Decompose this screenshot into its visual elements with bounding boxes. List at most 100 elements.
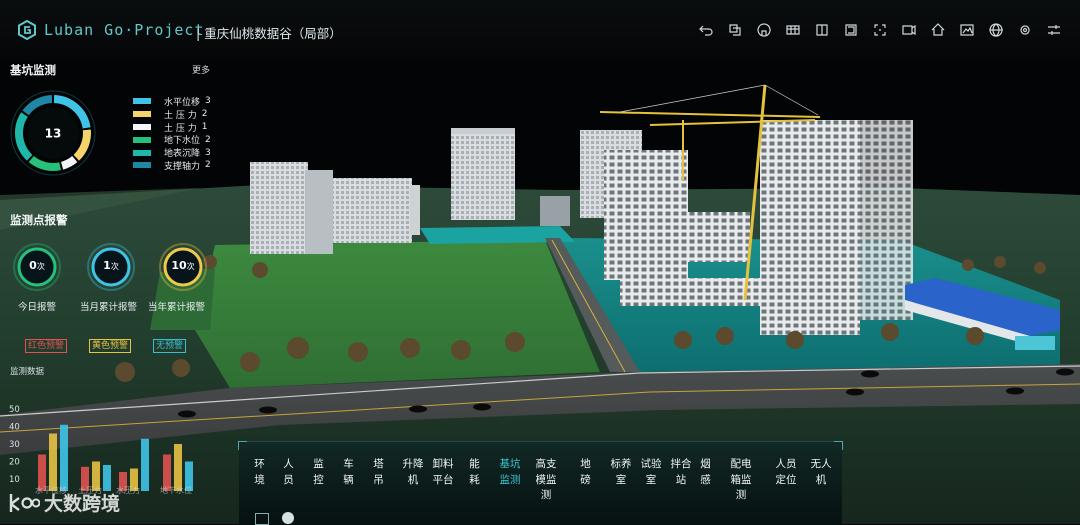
alarm-label: 当月累计报警: [80, 302, 138, 313]
alarm-count: 1次: [103, 259, 119, 272]
category-6[interactable]: 卸料平台: [431, 457, 455, 488]
globe-icon[interactable]: [986, 20, 1006, 40]
legend-swatch: [133, 149, 151, 156]
video-icon[interactable]: [899, 20, 919, 40]
category-15[interactable]: 配电箱监测: [729, 457, 753, 504]
grid-icon[interactable]: [783, 20, 803, 40]
legend-swatch: [133, 136, 151, 143]
alarm-label: 今日报警: [18, 302, 57, 313]
focus-icon[interactable]: [870, 20, 890, 40]
category-11[interactable]: 标养室: [609, 457, 633, 488]
more-link[interactable]: 更多: [192, 63, 210, 76]
alarm-count: 10次: [171, 259, 195, 272]
category-12[interactable]: 试验室: [639, 457, 663, 488]
chart-bar: [103, 465, 111, 491]
title-divider: |: [196, 26, 201, 41]
category-7[interactable]: 能耗: [468, 457, 481, 488]
top-bar: Luban Go·Project | 重庆仙桃数据谷（局部）: [0, 0, 1080, 60]
pit-donut-chart: 13: [10, 90, 96, 176]
donut-segment: [60, 155, 78, 170]
category-16[interactable]: 人员定位: [774, 457, 798, 488]
settings-icon[interactable]: [1015, 20, 1035, 40]
chart-bar: [60, 424, 68, 491]
x-category-label: 地下水位: [160, 485, 192, 495]
home-outline-icon[interactable]: [754, 20, 774, 40]
warning-filter-tag[interactable]: 红色预警: [25, 339, 68, 353]
luban-logo-icon: [18, 20, 36, 40]
panel-corner: [238, 441, 247, 450]
watermark: 大数跨境: [8, 489, 120, 516]
chart-bar: [49, 433, 57, 491]
layers-icon[interactable]: [725, 20, 745, 40]
calendar-icon[interactable]: [255, 513, 269, 525]
watermark-text: 大数跨境: [44, 493, 121, 515]
toolbar: [696, 20, 1064, 40]
legend-count: 3: [205, 147, 211, 158]
project-title: | 重庆仙桃数据谷（局部）: [196, 23, 342, 42]
brand-name: Luban Go·Project: [44, 21, 205, 39]
category-13[interactable]: 拌合站: [669, 457, 693, 488]
warning-filter-tag[interactable]: 无预警: [153, 339, 187, 353]
legend-count: 3: [205, 96, 211, 107]
category-14[interactable]: 烟感: [699, 457, 712, 488]
category-17[interactable]: 无人机: [809, 457, 833, 488]
y-tick-label: 50: [9, 405, 20, 415]
legend-item: 支撑轴力 2: [133, 159, 211, 172]
frame-icon[interactable]: [841, 20, 861, 40]
warning-filter-tag[interactable]: 黄色预警: [89, 339, 132, 353]
legend-count: 2: [201, 109, 208, 120]
chart-bar: [141, 438, 149, 491]
category-10[interactable]: 地磅: [579, 457, 592, 488]
legend-item: 水平位移 3: [133, 95, 211, 108]
y-tick-label: 10: [9, 475, 20, 485]
alarm-gauge: 0次: [12, 242, 62, 292]
y-tick-label: 20: [9, 458, 20, 468]
category-nav-panel: 环境 人员 监控 车辆 塔吊 升降机 卸料平台 能耗 基坑监测 高支模监测 地磅 标养室 试验室 拌合站烟…: [238, 441, 843, 525]
sliders-icon[interactable]: [1044, 20, 1064, 40]
project-name: 重庆仙桃数据谷（局部）: [204, 26, 342, 41]
legend-item: 土 压 力 2: [133, 108, 211, 121]
panel-corner: [834, 441, 843, 450]
donut-segment: [28, 155, 61, 171]
home-icon[interactable]: [928, 20, 948, 40]
alarm-gauge: 10次: [158, 242, 208, 292]
legend-label: 支撑轴力: [164, 161, 201, 172]
refresh-icon[interactable]: [282, 512, 294, 524]
undo-icon[interactable]: [696, 20, 716, 40]
image-icon[interactable]: [957, 20, 977, 40]
legend-count: 2: [205, 160, 211, 171]
category-9[interactable]: 高支模监测: [534, 457, 558, 504]
pit-monitor-title: 基坑监测: [10, 63, 56, 77]
category-2[interactable]: 监控: [312, 457, 325, 488]
category-3[interactable]: 车辆: [342, 457, 355, 488]
category-5[interactable]: 升降机: [401, 457, 425, 488]
legend-count: 2: [205, 134, 211, 145]
pit-legend: 水平位移 3 土 压 力 2 土 压 力 1 地下水位 2 地表沉降 3 支撑轴力 2: [133, 95, 211, 172]
alarm-gauge: 1次: [86, 242, 136, 292]
monitor-bar-chart: 5040302010水平位移 土压力 水压力 地下水位: [9, 405, 193, 495]
legend-label: 地下水位: [164, 136, 201, 147]
legend-label: 水平位移: [164, 97, 201, 108]
pit-total: 13: [45, 127, 62, 141]
category-8[interactable]: 基坑监测: [498, 457, 522, 488]
watermark-logo-icon: [9, 493, 40, 512]
alarm-count: 0次: [29, 259, 45, 272]
legend-label: 地表沉降: [164, 149, 201, 160]
alarm-title: 监测点报警: [10, 213, 68, 227]
legend-item: 土 压 力 1: [133, 121, 211, 134]
monitor-data-title: 监测数据: [10, 367, 45, 377]
legend-count: 1: [201, 121, 208, 132]
legend-swatch: [133, 162, 151, 169]
legend-swatch: [133, 98, 151, 105]
legend-item: 地下水位 2: [133, 133, 211, 146]
category-0[interactable]: 环境: [253, 457, 266, 488]
alarm-label: 当年累计报警: [148, 302, 206, 313]
split-view-icon[interactable]: [812, 20, 832, 40]
category-4[interactable]: 塔吊: [372, 457, 385, 488]
legend-swatch: [133, 123, 151, 130]
chart-bar: [174, 444, 182, 491]
y-tick-label: 30: [9, 440, 20, 450]
legend-item: 地表沉降 3: [133, 146, 211, 159]
legend-label: 土 压 力: [164, 110, 197, 121]
category-1[interactable]: 人员: [282, 457, 295, 488]
